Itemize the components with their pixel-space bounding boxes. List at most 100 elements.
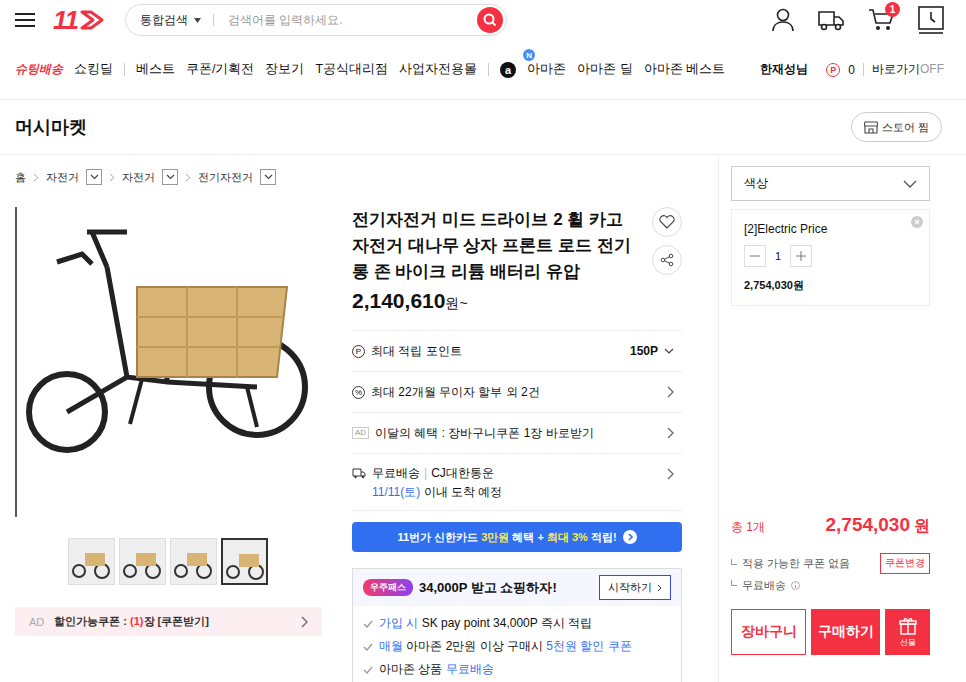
nav-item[interactable]: 장보기 (265, 61, 304, 78)
breadcrumb-dropdown[interactable] (86, 169, 102, 185)
buy-button[interactable]: 구매하기 (811, 609, 880, 655)
plus-icon[interactable] (790, 245, 812, 267)
search-scope[interactable]: 통합검색 (140, 12, 188, 29)
pass-benefit-text: 매월 아마존 2만원 이상 구매시 5천원 할인 쿠폰 (379, 638, 632, 655)
remove-icon[interactable] (911, 216, 923, 228)
chevron-right-icon[interactable] (657, 584, 662, 592)
arrow-circle-icon[interactable] (623, 530, 637, 544)
shortcut-label[interactable]: 바로가기 (872, 62, 920, 76)
minus-icon[interactable] (744, 245, 766, 267)
pass-benefits: 가입 시 SK pay point 34,000P 즉시 적립매월 아마존 2만… (353, 606, 681, 682)
amazon-nav-label[interactable]: 아마존 딜 (577, 62, 632, 76)
search-icon[interactable] (477, 7, 503, 33)
banner-segment[interactable]: 혜택 + (509, 531, 547, 543)
user-name[interactable]: 한재성님 (760, 61, 808, 78)
shooting-delivery-logo[interactable]: 슈팅배송 (15, 61, 63, 78)
heart-icon[interactable] (652, 207, 682, 237)
banner-segment[interactable]: 최대 3% (547, 531, 588, 543)
cart[interactable]: 1 (868, 8, 894, 32)
check-icon (363, 666, 373, 674)
breadcrumb-item[interactable]: 자전거 (122, 170, 155, 185)
gift-button[interactable]: 선물 (885, 609, 930, 655)
shortcut-toggle[interactable]: 바로가기OFF (872, 61, 944, 78)
shortcut-state[interactable]: OFF (920, 62, 944, 76)
store-follow-button[interactable]: 스토어 찜 (851, 112, 942, 142)
banner-segment[interactable]: 11번가 신한카드 (397, 531, 481, 543)
amazon-nav-label[interactable]: 아마존 베스트 (644, 62, 725, 76)
coupon-text[interactable]: 할인가능쿠폰 : (1)장 [쿠폰받기] (54, 614, 290, 629)
follow-label[interactable]: 스토어 찜 (882, 120, 929, 135)
pass-benefit-text: 아마존 상품 무료배송 (379, 661, 494, 678)
chevron-right-icon[interactable] (300, 616, 308, 628)
nav-item[interactable]: 베스트 (136, 61, 175, 78)
points-value[interactable]: 0 (848, 63, 855, 77)
coupon-count[interactable]: (1) (130, 615, 143, 627)
amazon-nav-item[interactable]: 아마존 딜 (577, 61, 632, 78)
delivery-icon (352, 467, 366, 479)
gift-label[interactable]: 선물 (900, 637, 916, 648)
chevron-down-icon[interactable] (903, 180, 917, 188)
amazon-logo[interactable]: a (500, 62, 516, 78)
logo[interactable]: 11 (53, 5, 105, 35)
logo-text[interactable]: 11 (53, 5, 78, 35)
search-input[interactable] (226, 12, 471, 28)
amazon-nav-item[interactable]: 아마존N (527, 61, 566, 78)
store-name[interactable]: 머시마켓 (15, 115, 87, 139)
nav-item[interactable]: 쇼킹딜 (74, 61, 113, 78)
option-label[interactable]: 색상 (744, 176, 903, 191)
card-banner-text[interactable]: 11번가 신한카드 3만원 혜택 + 최대 3% 적립! (397, 530, 616, 545)
user-icon[interactable] (772, 8, 794, 32)
breadcrumb-dropdown[interactable] (162, 169, 178, 185)
nav-item[interactable]: T공식대리점 (315, 61, 388, 78)
coupon-change-button[interactable]: 쿠폰변경 (880, 553, 930, 574)
chevron-right-icon[interactable] (666, 386, 674, 398)
amazon-nav-item[interactable]: 아마존 베스트 (644, 61, 725, 78)
breadcrumb-item[interactable]: 전기자전거 (198, 170, 253, 185)
nav-item[interactable]: 쿠폰/기획전 (186, 61, 254, 78)
search-bar: 통합검색 (125, 4, 507, 36)
coupon-label[interactable]: 할인가능쿠폰 : (54, 615, 130, 627)
thumbnail[interactable] (170, 538, 217, 585)
quantity[interactable]: 1 (766, 250, 790, 262)
coupon-bar[interactable]: AD할인가능쿠폰 : (1)장 [쿠폰받기] (15, 607, 322, 636)
price-value: 2,140,610 (352, 289, 445, 313)
breadcrumb-dropdown[interactable] (260, 169, 276, 185)
dropdown-icon[interactable] (194, 18, 201, 23)
breadcrumb-item[interactable]: 홈 (15, 170, 26, 185)
points-row[interactable]: P최대 적립 포인트150P (352, 330, 682, 371)
thumbnail[interactable] (221, 538, 268, 585)
gift-icon[interactable] (899, 617, 917, 635)
benefit-row[interactable]: AD이달의 혜택 : 장바구니쿠폰 1장 바로받기 (352, 412, 682, 453)
share-icon[interactable] (652, 245, 682, 275)
header-icons: 1 (772, 6, 944, 34)
coupon-suffix[interactable]: 장 [쿠폰받기] (144, 615, 209, 627)
info-icon[interactable] (791, 581, 800, 590)
banner-segment[interactable]: 3만원 (481, 531, 509, 543)
pass-start-button[interactable]: 시작하기 (599, 575, 671, 600)
breadcrumb-item[interactable]: 자전거 (46, 170, 79, 185)
benefit-segment: SK pay point 34,000P 즉시 적립 (418, 616, 592, 630)
truck-icon[interactable] (818, 9, 844, 31)
total: 총 1개2,754,030원 (731, 514, 930, 537)
card-banner[interactable]: 11번가 신한카드 3만원 혜택 + 최대 3% 적립! (352, 522, 682, 552)
shipping-row[interactable]: 무료배송|CJ대한통운11/11(토) 이내 도착 예정 (352, 453, 682, 511)
logo-arrow-icon[interactable] (79, 9, 105, 31)
chevron-right-icon[interactable] (666, 468, 674, 480)
amazon-nav-label[interactable]: 아마존 (527, 62, 566, 76)
pass-button-label[interactable]: 시작하기 (608, 580, 652, 595)
chevron-down-icon[interactable] (664, 348, 674, 354)
menu-icon[interactable] (15, 12, 35, 28)
banner-segment[interactable]: 적립! (588, 531, 617, 543)
chevron-right-icon[interactable] (666, 427, 674, 439)
add-to-cart-button[interactable]: 장바구니 (731, 609, 806, 655)
selected-option: [2]Electric Price12,754,030원 (731, 209, 930, 306)
installment-row[interactable]: %최대 22개월 무이자 할부 외 2건 (352, 371, 682, 412)
recent-icon[interactable] (918, 6, 944, 34)
separator: | (424, 466, 427, 480)
thumbnail[interactable] (119, 538, 166, 585)
order-buttons: 장바구니구매하기선물 (731, 609, 930, 655)
nav-item[interactable]: 사업자전용몰 (399, 61, 477, 78)
thumbnail[interactable] (68, 538, 115, 585)
option-select[interactable]: 색상 (731, 166, 930, 201)
chevron-right-icon (185, 173, 191, 182)
